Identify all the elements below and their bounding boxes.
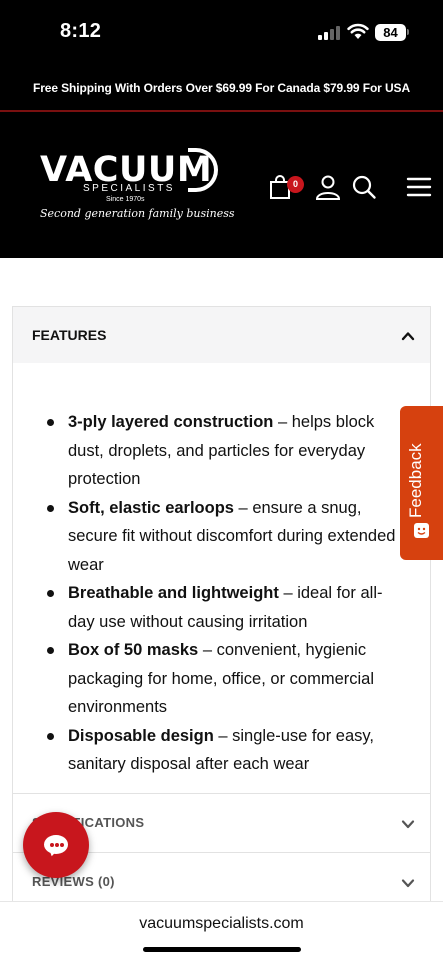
chevron-up-icon xyxy=(401,332,415,341)
feature-item: Breathable and lightweight – ideal for a… xyxy=(47,579,407,636)
shipping-promo-banner: Free Shipping With Orders Over $69.99 Fo… xyxy=(0,66,443,110)
chevron-down-icon xyxy=(401,879,415,888)
feature-name: Breathable and lightweight xyxy=(68,584,279,602)
home-indicator xyxy=(143,947,301,952)
feature-name: Disposable design xyxy=(68,726,214,745)
account-icon[interactable] xyxy=(315,174,341,200)
logo-arc xyxy=(188,148,218,192)
features-title: FEATURES xyxy=(32,327,107,343)
logo-subtitle: SPECIALISTS xyxy=(83,183,175,194)
url-text[interactable]: vacuumspecialists.com xyxy=(0,915,443,933)
battery-tip xyxy=(407,29,409,35)
chevron-down-icon xyxy=(401,820,415,829)
chat-dot xyxy=(50,843,54,847)
chat-dot xyxy=(60,843,64,847)
cellular-signal-icon xyxy=(318,25,340,40)
menu-icon[interactable] xyxy=(406,174,432,200)
feedback-label: Feedback xyxy=(406,443,425,518)
wifi-icon xyxy=(347,23,369,39)
chat-button[interactable] xyxy=(23,812,89,878)
features-panel: 3-ply layered construction – helps block… xyxy=(12,363,431,794)
features-accordion-header[interactable]: FEATURES xyxy=(12,306,431,364)
status-time: 8:12 xyxy=(60,20,102,42)
search-icon[interactable] xyxy=(351,174,377,200)
smiley-icon xyxy=(414,523,429,538)
chat-dot xyxy=(55,843,59,847)
feature-item: Soft, elastic earloops – ensure a snug, … xyxy=(47,494,407,580)
logo-since: Since 1970s xyxy=(106,196,145,203)
site-header: VACUUM SPECIALISTS Since 1970s Second ge… xyxy=(0,112,443,258)
features-list: 3-ply layered construction – helps block… xyxy=(47,408,407,779)
feature-item: Disposable design – single-use for easy,… xyxy=(47,722,407,779)
feature-item: 3-ply layered construction – helps block… xyxy=(47,408,407,494)
logo-tagline: Second generation family business xyxy=(40,207,235,220)
feature-name: Soft, elastic earloops xyxy=(68,498,234,517)
status-bar: 8:12 84 xyxy=(0,0,443,66)
feature-name: Box of 50 masks xyxy=(68,641,199,659)
site-logo[interactable]: VACUUM SPECIALISTS Since 1970s Second ge… xyxy=(38,148,235,230)
feature-name: 3-ply layered construction xyxy=(68,413,274,431)
feature-item: Box of 50 masks – convenient, hygienic p… xyxy=(47,636,407,722)
browser-url-bar[interactable]: vacuumspecialists.com xyxy=(0,901,443,960)
cart-count-badge: 0 xyxy=(287,176,304,193)
battery-indicator: 84 xyxy=(375,24,406,41)
feedback-tab[interactable]: Feedback xyxy=(400,406,443,560)
